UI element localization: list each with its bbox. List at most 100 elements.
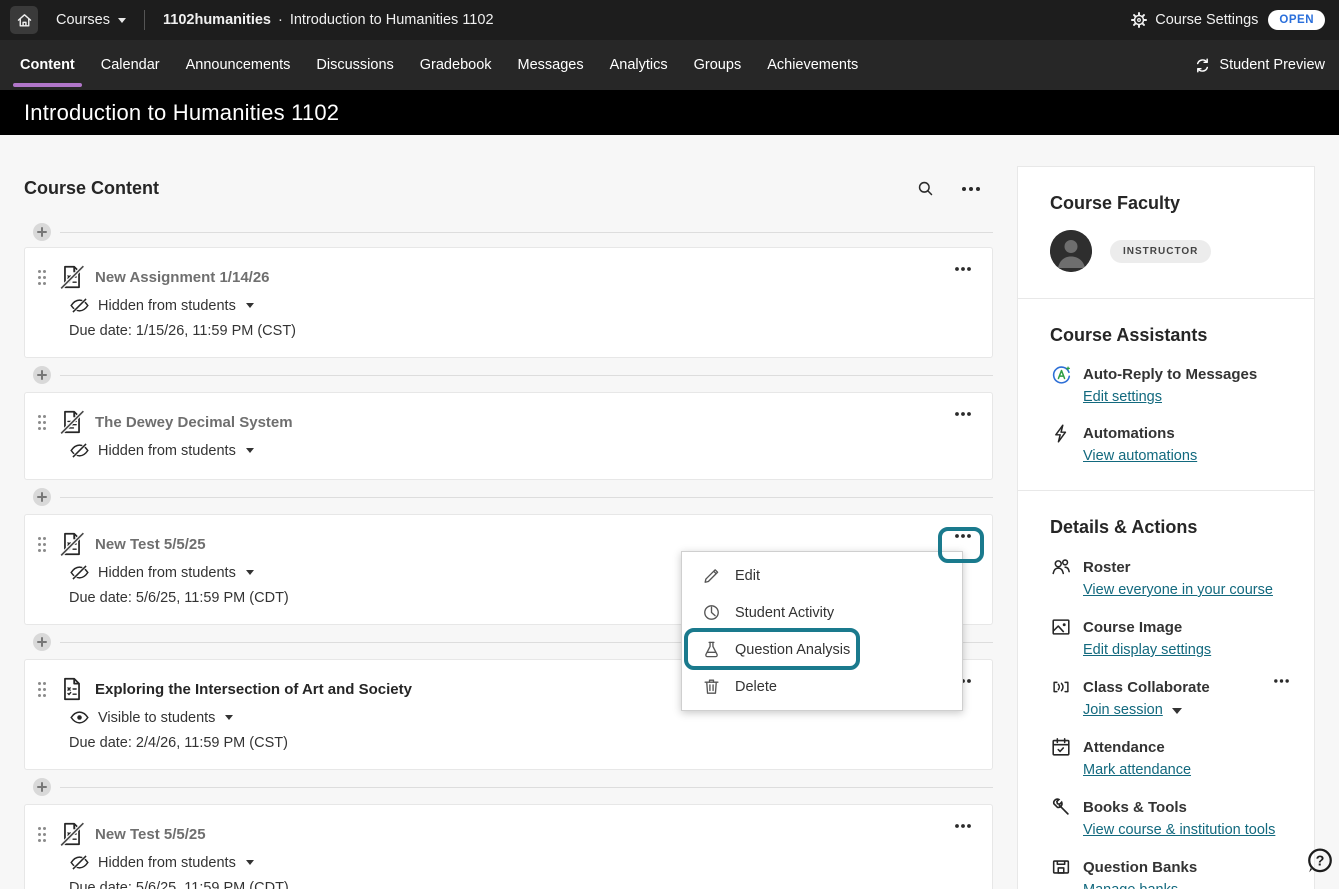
details-heading: Details & Actions — [1050, 517, 1290, 538]
plus-icon[interactable] — [33, 778, 51, 796]
tab-analytics[interactable]: Analytics — [597, 40, 681, 90]
item-overflow-menu-icon[interactable] — [954, 411, 972, 417]
detail-label: Class Collaborate — [1083, 679, 1210, 696]
edit-settings-link[interactable]: Edit settings — [1083, 389, 1162, 405]
instructor-avatar[interactable] — [1050, 230, 1092, 272]
wrench-icon — [1050, 796, 1072, 818]
home-button[interactable] — [10, 6, 38, 34]
tab-groups[interactable]: Groups — [681, 40, 755, 90]
tab-content[interactable]: Content — [7, 40, 88, 90]
item-title[interactable]: Exploring the Intersection of Art and So… — [95, 681, 412, 698]
trash-icon — [702, 677, 721, 696]
visibility-label: Hidden from students — [98, 443, 236, 459]
menu-item-delete[interactable]: Delete — [682, 668, 962, 705]
tab-gradebook[interactable]: Gradebook — [407, 40, 505, 90]
chevron-down-icon — [246, 570, 254, 575]
refresh-preview-icon — [1194, 57, 1211, 74]
drag-handle[interactable] — [35, 414, 49, 431]
tab-label: Achievements — [767, 57, 858, 73]
content-heading: Course Content — [24, 178, 159, 199]
svg-text:?: ? — [1316, 854, 1325, 870]
visibility-label: Hidden from students — [98, 855, 236, 871]
detail-item-attendance: Attendance Mark attendance — [1050, 736, 1290, 778]
due-date: Due date: 5/6/25, 11:59 PM (CDT) — [69, 880, 972, 889]
content-overflow-menu-icon[interactable] — [961, 186, 981, 192]
top-bar: Courses 1102humanities · Introduction to… — [0, 0, 1339, 40]
drag-handle[interactable] — [35, 681, 49, 698]
tab-label: Content — [20, 57, 75, 73]
visibility-dropdown[interactable]: Hidden from students — [69, 852, 972, 873]
right-sidebar: Course Faculty INSTRUCTOR Course Assista… — [1017, 166, 1315, 889]
chevron-down-icon — [118, 18, 126, 23]
help-button[interactable]: ? — [1305, 846, 1335, 876]
clock-icon — [702, 603, 721, 622]
ai-auto-reply-icon — [1050, 364, 1072, 385]
tab-messages[interactable]: Messages — [505, 40, 597, 90]
item-title[interactable]: New Test 5/5/25 — [95, 826, 206, 843]
plus-icon[interactable] — [33, 223, 51, 241]
instructor-role-badge: INSTRUCTOR — [1110, 240, 1211, 263]
image-icon — [1050, 616, 1072, 638]
eye-slash-icon — [69, 562, 90, 583]
pencil-icon — [702, 566, 721, 585]
item-title[interactable]: New Assignment 1/14/26 — [95, 269, 270, 286]
course-assistants-panel: Course Assistants Auto-Reply to Messages — [1018, 298, 1314, 490]
tab-achievements[interactable]: Achievements — [754, 40, 871, 90]
test-hidden-icon — [59, 821, 85, 847]
faculty-heading: Course Faculty — [1050, 193, 1290, 214]
document-hidden-icon — [59, 409, 85, 435]
menu-item-label: Question Analysis — [735, 642, 850, 658]
plus-icon[interactable] — [33, 366, 51, 384]
detail-item-class-collaborate: Class Collaborate Join session — [1050, 676, 1290, 718]
join-session-link[interactable]: Join session — [1083, 702, 1163, 718]
content-item-card: New Assignment 1/14/26 Hidden from stude… — [24, 247, 993, 358]
visibility-dropdown[interactable]: Hidden from students — [69, 440, 972, 461]
course-open-badge[interactable]: OPEN — [1268, 10, 1325, 30]
class-collaborate-menu-icon[interactable] — [1273, 678, 1290, 684]
search-icon[interactable] — [916, 179, 935, 198]
course-settings-button[interactable]: Course Settings — [1130, 11, 1258, 29]
question-banks-link[interactable]: Manage banks — [1083, 882, 1178, 889]
tab-label: Messages — [518, 57, 584, 73]
eye-slash-icon — [69, 295, 90, 316]
visibility-dropdown[interactable]: Hidden from students — [69, 295, 972, 316]
assignment-hidden-icon — [59, 264, 85, 290]
detail-item-question-banks: Question Banks Manage banks — [1050, 856, 1290, 889]
tab-discussions[interactable]: Discussions — [303, 40, 406, 90]
attendance-link[interactable]: Mark attendance — [1083, 762, 1191, 778]
item-title[interactable]: The Dewey Decimal System — [95, 414, 293, 431]
item-overflow-menu-icon[interactable] — [954, 823, 972, 829]
detail-label: Books & Tools — [1083, 799, 1187, 816]
menu-item-question-analysis[interactable]: Question Analysis — [682, 631, 962, 668]
courses-dropdown[interactable]: Courses — [56, 12, 126, 28]
chevron-down-icon — [246, 448, 254, 453]
tab-announcements[interactable]: Announcements — [173, 40, 304, 90]
menu-item-label: Edit — [735, 568, 760, 584]
main-area: Course Content — [0, 135, 1339, 889]
menu-item-edit[interactable]: Edit — [682, 557, 962, 594]
roster-link[interactable]: View everyone in your course — [1083, 582, 1273, 598]
course-content-column: Course Content — [24, 166, 993, 889]
view-automations-link[interactable]: View automations — [1083, 448, 1197, 464]
books-tools-link[interactable]: View course & institution tools — [1083, 822, 1275, 838]
item-title[interactable]: New Test 5/5/25 — [95, 536, 206, 553]
breadcrumb-separator: · — [278, 12, 283, 28]
drag-handle[interactable] — [35, 536, 49, 553]
add-content-divider — [24, 366, 993, 384]
item-overflow-menu-icon-active[interactable] — [954, 533, 972, 539]
item-overflow-menu-icon[interactable] — [954, 266, 972, 272]
people-icon — [1050, 556, 1072, 578]
tab-calendar[interactable]: Calendar — [88, 40, 173, 90]
drag-handle[interactable] — [35, 826, 49, 843]
plus-icon[interactable] — [33, 488, 51, 506]
chevron-down-icon[interactable] — [1172, 708, 1182, 714]
course-image-link[interactable]: Edit display settings — [1083, 642, 1211, 658]
plus-icon[interactable] — [33, 633, 51, 651]
course-nav: Content Calendar Announcements Discussio… — [0, 40, 1339, 90]
student-preview-button[interactable]: Student Preview — [1194, 57, 1325, 74]
course-faculty-panel: Course Faculty INSTRUCTOR — [1018, 167, 1314, 298]
assistant-item-auto-reply: Auto-Reply to Messages Edit settings — [1050, 364, 1290, 405]
drag-handle[interactable] — [35, 269, 49, 286]
menu-item-student-activity[interactable]: Student Activity — [682, 594, 962, 631]
breadcrumb: 1102humanities · Introduction to Humanit… — [163, 12, 494, 28]
